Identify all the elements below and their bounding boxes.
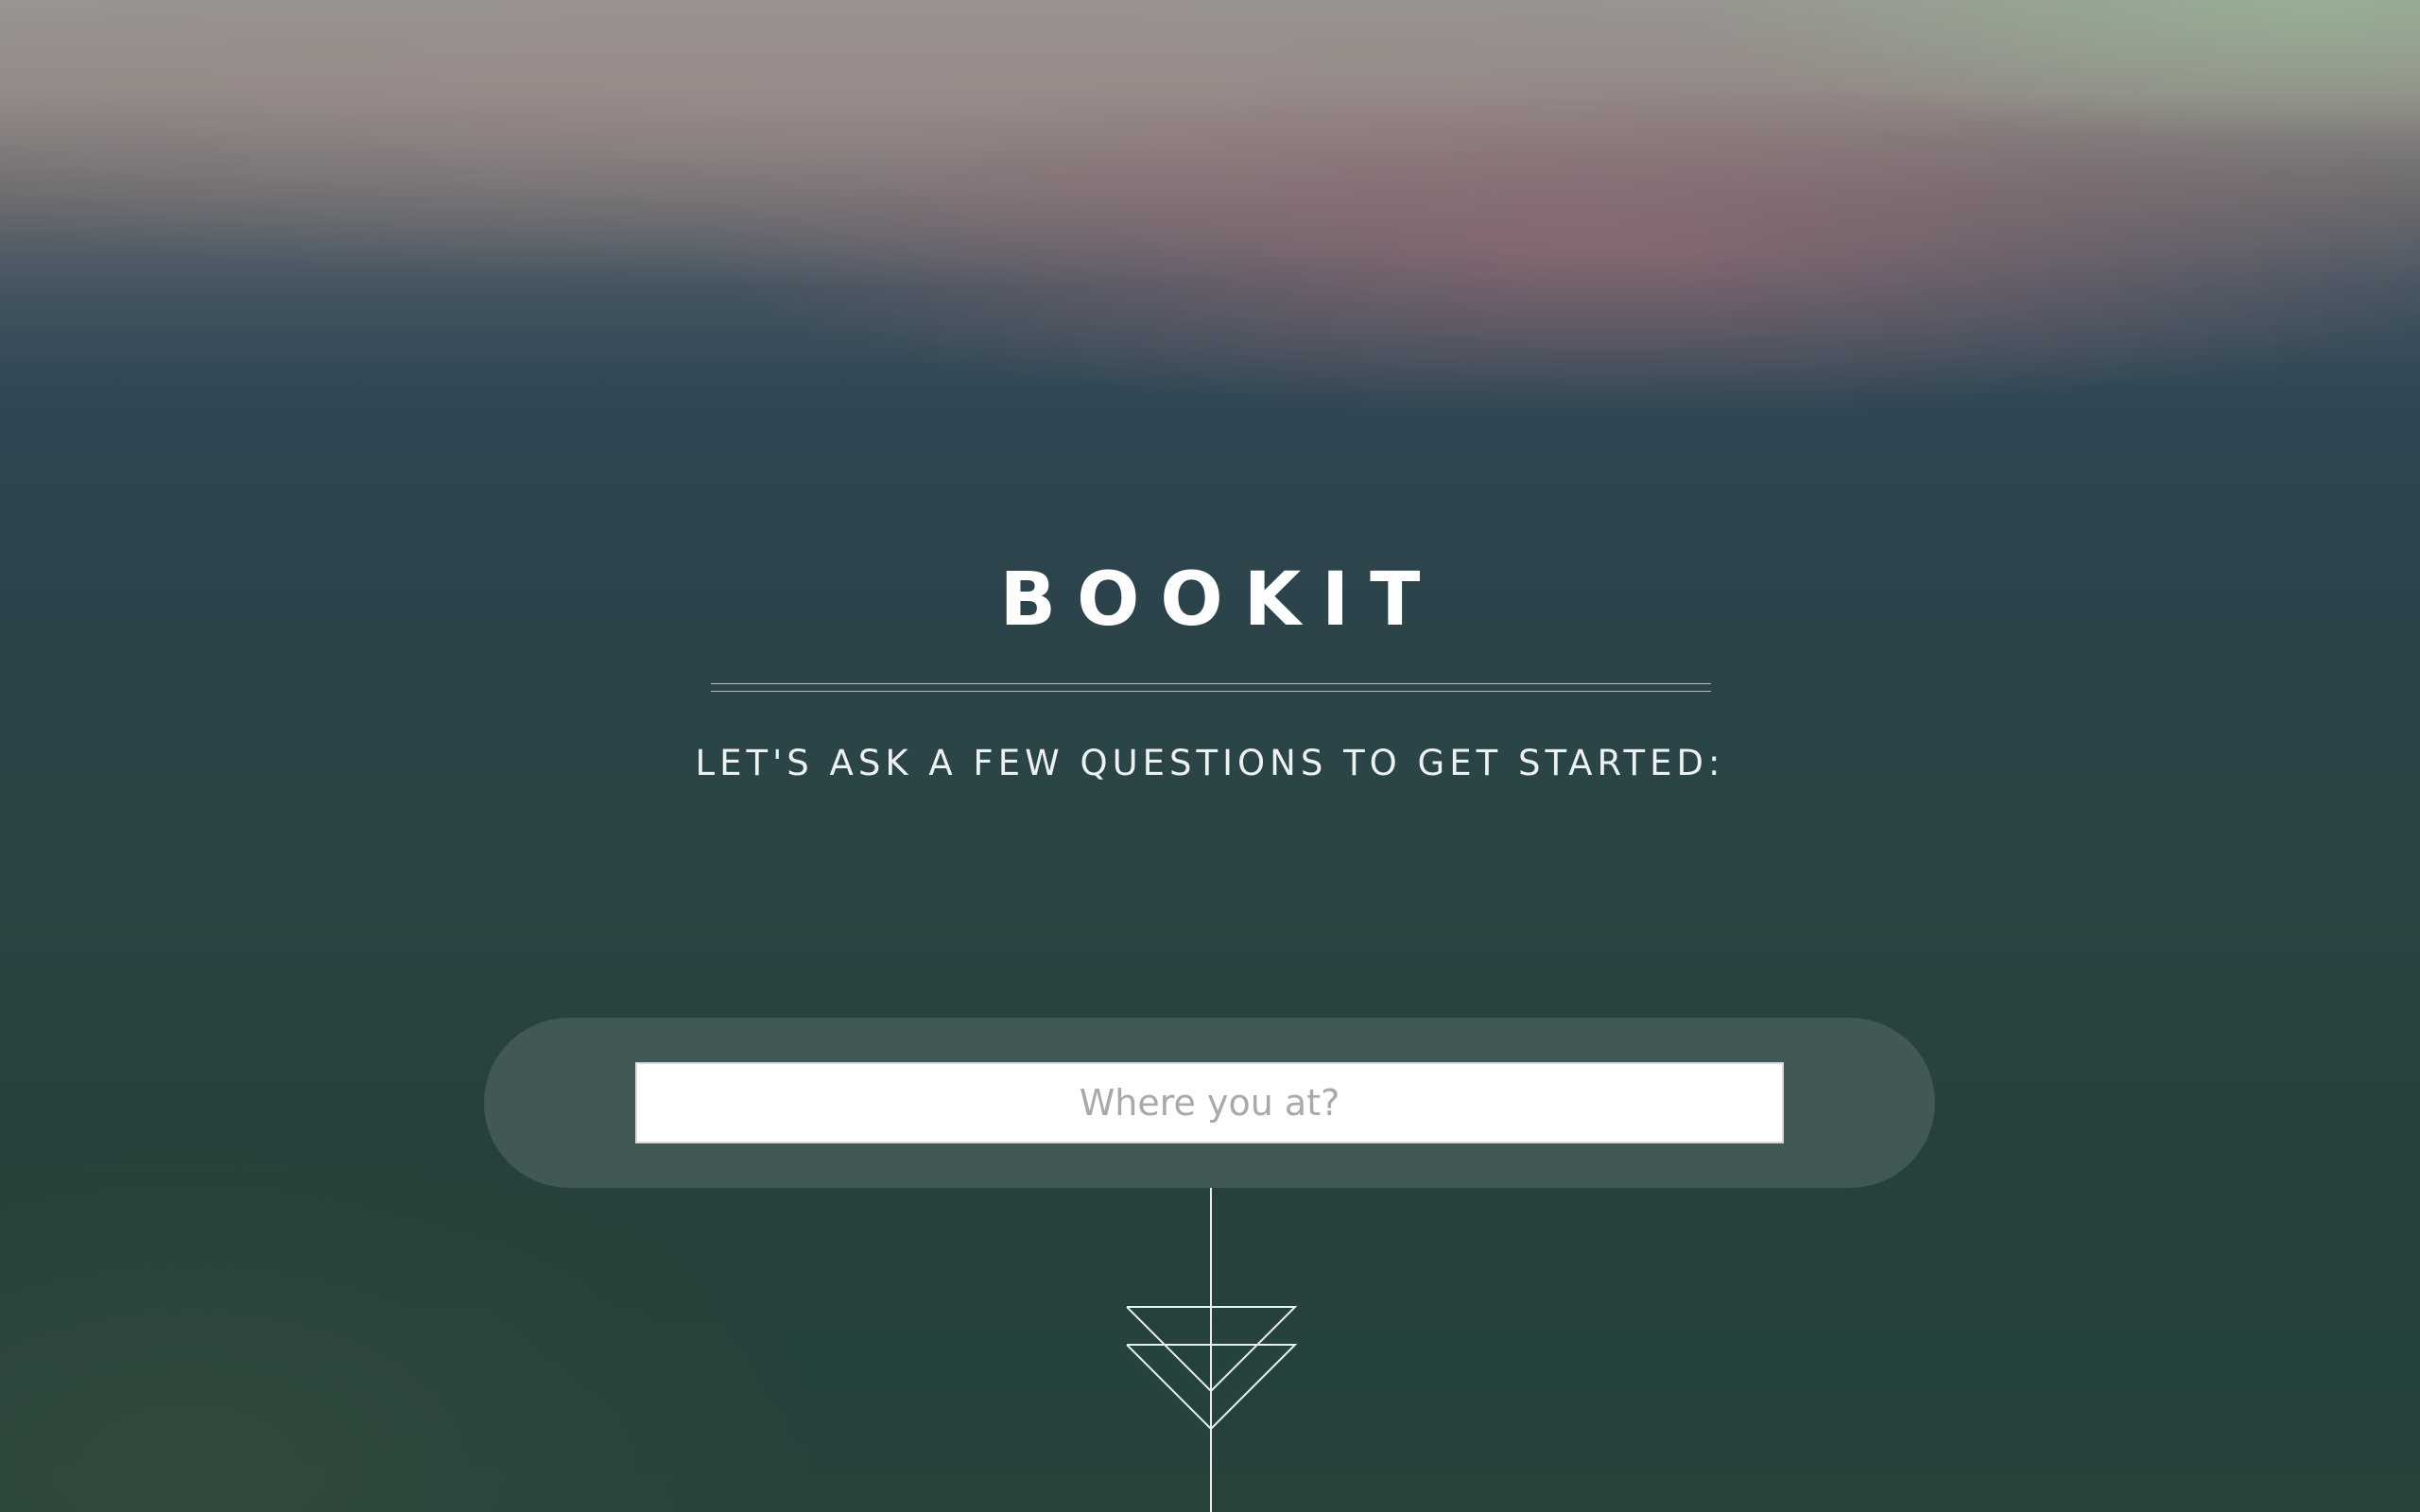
title-divider [711, 683, 1711, 692]
location-input[interactable] [635, 1062, 1784, 1143]
double-chevron-down-icon [1126, 1306, 1298, 1431]
app-title: BOOKIT [999, 558, 1442, 643]
page-subtitle: LET'S ASK A FEW QUESTIONS TO GET STARTED… [695, 743, 1725, 783]
